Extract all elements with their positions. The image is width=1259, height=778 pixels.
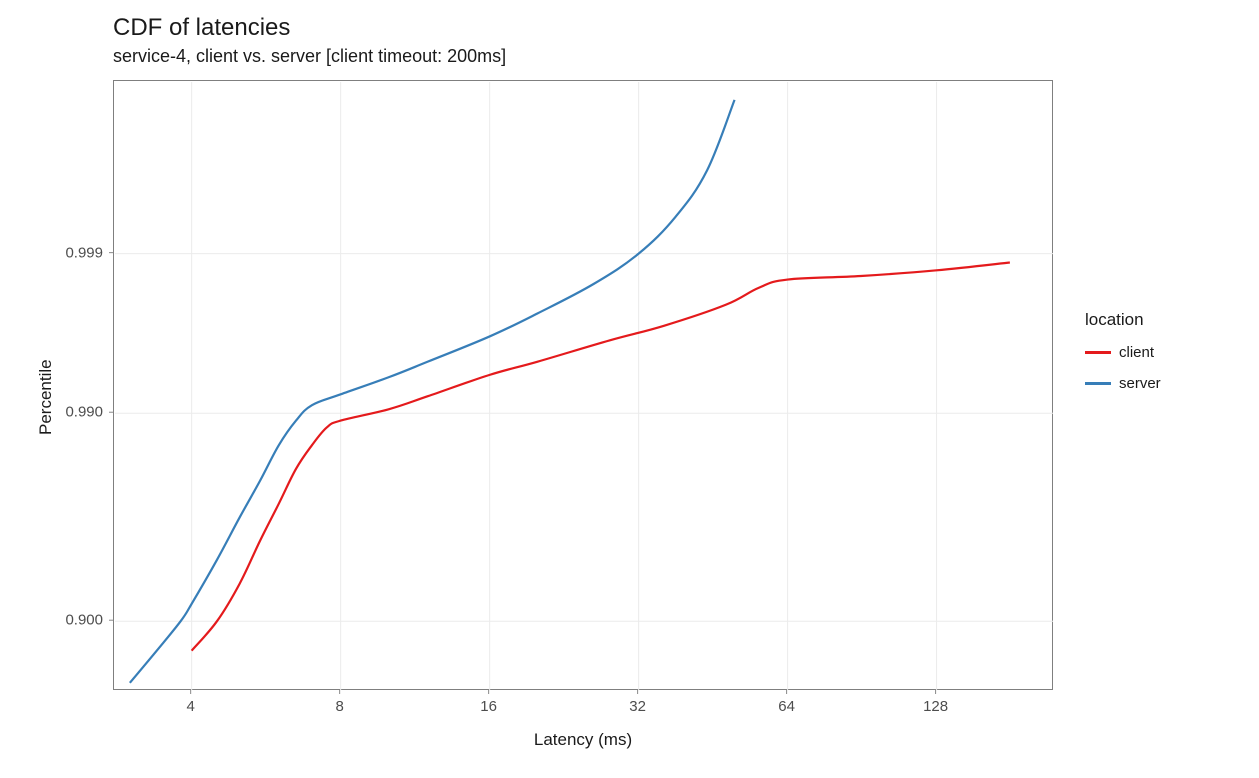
x-tick-label: 32 (629, 698, 646, 715)
y-tick-label: 0.990 (53, 404, 103, 421)
chart-subtitle: service-4, client vs. server [client tim… (113, 46, 506, 67)
x-tick-label: 16 (480, 698, 497, 715)
series-line-client (192, 262, 1010, 650)
chart-container: CDF of latencies service-4, client vs. s… (0, 0, 1259, 778)
legend-item-client: client (1085, 344, 1161, 361)
series-line-server (130, 100, 735, 683)
legend-item-server: server (1085, 375, 1161, 392)
y-tick-label: 0.999 (53, 244, 103, 261)
title-block: CDF of latencies service-4, client vs. s… (113, 14, 506, 67)
legend-items: client server (1085, 344, 1161, 392)
legend-label: client (1119, 344, 1154, 361)
chart-title: CDF of latencies (113, 14, 506, 42)
y-axis-title: Percentile (36, 359, 56, 435)
plot-svg (114, 81, 1054, 691)
x-tick-label: 128 (923, 698, 948, 715)
x-tick-label: 8 (335, 698, 343, 715)
legend-swatch-client (1085, 351, 1111, 354)
grid-lines (115, 82, 1053, 690)
x-tick-label: 64 (778, 698, 795, 715)
legend-swatch-server (1085, 382, 1111, 385)
x-axis-title: Latency (ms) (534, 730, 632, 750)
legend-title: location (1085, 310, 1161, 330)
plot-area (113, 80, 1053, 690)
data-lines (130, 100, 1010, 683)
x-tick-label: 4 (186, 698, 194, 715)
legend-label: server (1119, 375, 1161, 392)
legend: location client server (1085, 310, 1161, 406)
y-tick-label: 0.900 (53, 612, 103, 629)
